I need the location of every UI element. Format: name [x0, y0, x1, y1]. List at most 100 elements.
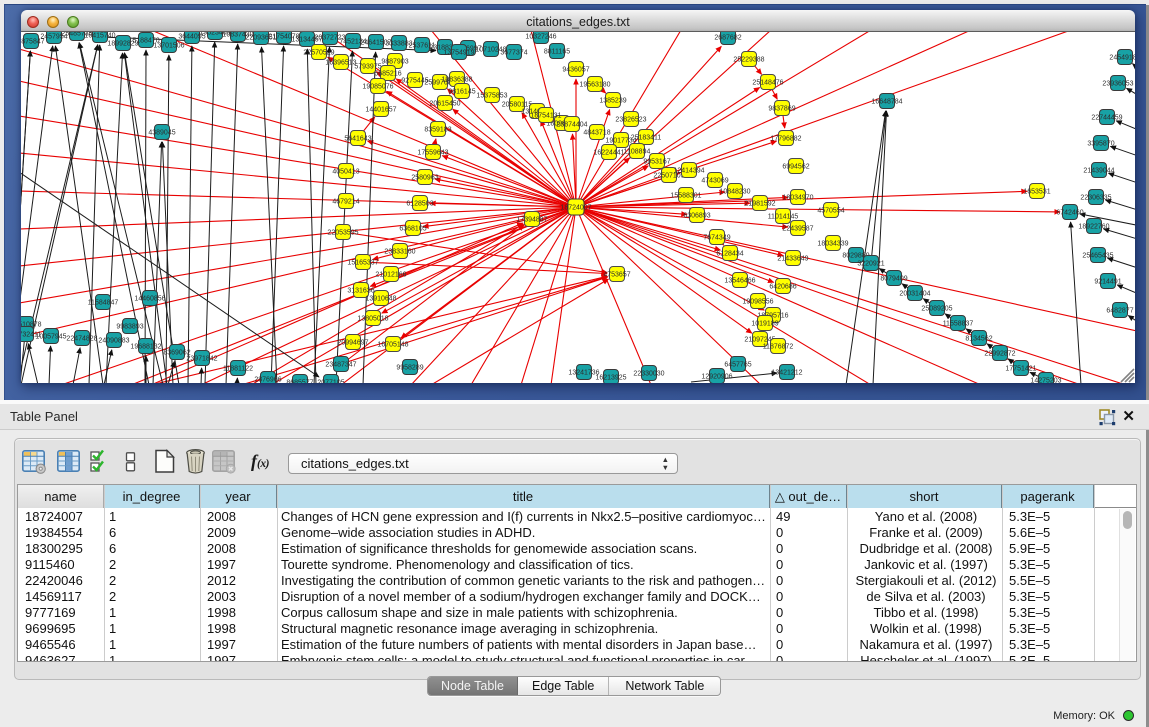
svg-text:19085076: 19085076	[362, 84, 393, 91]
svg-text:6306893: 6306893	[683, 213, 710, 220]
svg-text:9953167: 9953167	[643, 159, 670, 166]
svg-text:2687682: 2687682	[714, 35, 741, 42]
svg-text:22053595: 22053595	[327, 230, 358, 237]
svg-text:21012166: 21012166	[375, 272, 406, 279]
svg-text:22744459: 22744459	[1091, 115, 1122, 122]
svg-text:13910648: 13910648	[365, 296, 396, 303]
svg-text:1108894: 1108894	[624, 149, 651, 156]
svg-text:1385239: 1385239	[599, 98, 626, 105]
svg-text:9983893: 9983893	[116, 324, 143, 331]
svg-text:25465435: 25465435	[1082, 253, 1113, 260]
svg-text:11014145: 11014145	[768, 214, 799, 221]
svg-text:4679214: 4679214	[332, 199, 359, 206]
svg-text:6482877: 6482877	[1106, 308, 1133, 315]
svg-text:16213925: 16213925	[595, 375, 626, 382]
svg-text:8359183: 8359183	[424, 127, 451, 134]
svg-text:6742460: 6742460	[1056, 210, 1083, 217]
svg-text:9887903: 9887903	[381, 59, 408, 66]
svg-text:4570554: 4570554	[817, 208, 844, 215]
svg-text:4389045: 4389045	[148, 130, 175, 137]
svg-text:17394887: 17394887	[516, 217, 547, 224]
svg-text:8685577: 8685577	[286, 380, 313, 383]
svg-text:6128503: 6128503	[406, 201, 433, 208]
svg-text:21439044: 21439044	[1083, 168, 1114, 175]
svg-text:3677374: 3677374	[500, 50, 527, 57]
svg-text:22992872: 22992872	[984, 351, 1015, 358]
svg-text:11881122: 11881122	[223, 366, 253, 373]
svg-text:10057945: 10057945	[35, 334, 66, 341]
svg-text:13421212: 13421212	[771, 370, 802, 377]
svg-text:14275203: 14275203	[1030, 378, 1061, 383]
svg-text:23936053: 23936053	[1102, 81, 1133, 88]
svg-text:4843718: 4843718	[583, 130, 610, 137]
svg-text:2580963: 2580963	[411, 175, 438, 182]
svg-text:9816145: 9816145	[448, 89, 475, 96]
svg-text:5793975: 5793975	[354, 64, 381, 71]
svg-text:25089205: 25089205	[921, 306, 952, 313]
svg-text:3395870: 3395870	[1087, 141, 1114, 148]
svg-text:20031404: 20031404	[899, 291, 930, 298]
svg-text:15588301: 15588301	[670, 193, 701, 200]
svg-text:16705148: 16705148	[377, 342, 408, 349]
svg-text:16648784: 16648784	[871, 99, 902, 106]
svg-text:16396513: 16396513	[325, 60, 356, 67]
svg-text:10848230: 10848230	[719, 189, 750, 196]
svg-text:21981592: 21981592	[744, 201, 775, 208]
svg-text:6994562: 6994562	[782, 164, 809, 171]
svg-text:15375853: 15375853	[476, 93, 507, 100]
svg-text:9837869: 9837869	[768, 106, 795, 113]
svg-text:13241736: 13241736	[568, 370, 599, 377]
svg-text:23874404: 23874404	[556, 122, 587, 129]
svg-text:18754131: 18754131	[530, 113, 561, 120]
svg-text:17796882: 17796882	[770, 136, 801, 143]
svg-text:1019189: 1019189	[751, 321, 778, 328]
svg-text:19688132: 19688132	[130, 344, 161, 351]
svg-text:10327246: 10327246	[525, 34, 556, 41]
svg-text:22474828: 22474828	[66, 336, 97, 343]
svg-text:14460856: 14460856	[134, 296, 165, 303]
svg-text:20615450: 20615450	[429, 101, 460, 108]
svg-text:6368105: 6368105	[399, 226, 426, 233]
svg-text:13546466: 13546466	[724, 278, 755, 285]
svg-text:23487347: 23487347	[325, 362, 356, 369]
svg-text:18922760: 18922760	[1078, 224, 1109, 231]
svg-text:25229388: 25229388	[733, 57, 764, 64]
svg-text:19836388: 19836388	[441, 77, 472, 84]
svg-text:9214491: 9214491	[1094, 279, 1121, 286]
svg-text:15165337: 15165337	[347, 260, 378, 267]
svg-text:14401657: 14401657	[365, 107, 396, 114]
svg-text:6128434: 6128434	[716, 251, 743, 258]
svg-text:23971842: 23971842	[186, 356, 217, 363]
svg-text:17559643: 17559643	[417, 150, 448, 157]
svg-text:19098556: 19098556	[742, 299, 773, 306]
svg-text:3131636: 3131636	[347, 288, 374, 295]
svg-text:8079409: 8079409	[880, 276, 907, 283]
svg-text:11876872: 11876872	[763, 344, 794, 351]
svg-text:8811165: 8811165	[544, 49, 570, 56]
svg-text:21433649: 21433649	[777, 256, 808, 263]
svg-text:17751421: 17751421	[1005, 366, 1036, 373]
svg-text:23826523: 23826523	[615, 117, 646, 124]
svg-text:7674349: 7674349	[703, 235, 730, 242]
svg-text:22570529: 22570529	[303, 50, 334, 57]
svg-text:4050413: 4050413	[332, 169, 359, 176]
svg-text:5641643: 5641643	[344, 136, 371, 143]
svg-text:12920906: 12920906	[701, 374, 732, 381]
svg-text:16224441: 16224441	[593, 150, 624, 157]
svg-text:5685216: 5685216	[374, 71, 401, 78]
svg-text:4753657: 4753657	[603, 272, 630, 279]
svg-text:13754919: 13754919	[443, 50, 474, 57]
svg-text:9436057: 9436057	[562, 67, 589, 74]
svg-text:20580115: 20580115	[502, 102, 533, 109]
svg-text:24549181: 24549181	[1109, 55, 1135, 62]
svg-text:13805018: 13805018	[357, 316, 388, 323]
svg-text:22330030: 22330030	[633, 371, 664, 378]
svg-text:24090883: 24090883	[98, 338, 129, 345]
svg-text:13701506: 13701506	[153, 43, 184, 50]
svg-text:20994697: 20994697	[337, 340, 368, 347]
svg-text:1653531: 1653531	[1023, 189, 1050, 196]
svg-text:25148476: 25148476	[752, 80, 783, 87]
svg-text:9958289: 9958289	[396, 365, 423, 372]
svg-text:18034339: 18034339	[817, 241, 848, 248]
svg-text:19563180: 19563180	[579, 82, 610, 89]
